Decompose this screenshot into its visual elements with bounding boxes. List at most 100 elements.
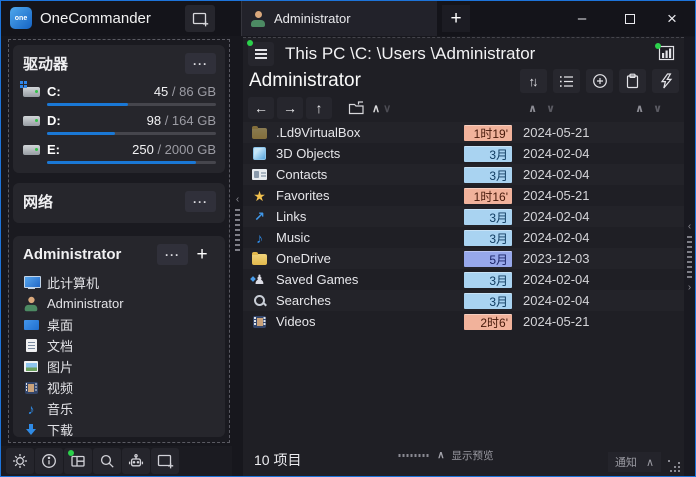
network-section-title: 网络 <box>23 191 185 212</box>
drive-space-button[interactable] <box>657 45 677 62</box>
forward-button[interactable]: → <box>277 97 303 119</box>
sort-desc-icon: ∨ <box>546 102 555 115</box>
music-icon: ♪ <box>251 231 268 245</box>
file-row[interactable]: Videos2时6' 2024-05-21 <box>243 311 684 332</box>
file-name: Contacts <box>276 167 464 182</box>
sidebar-item-documents[interactable]: 文档 <box>23 335 216 356</box>
pane-splitter-right[interactable]: ‹ › <box>684 37 695 476</box>
drive-row-D[interactable]: D:98 / 164 GB <box>23 113 216 135</box>
minimize-button[interactable]: – <box>559 1 605 36</box>
file-date: 2024-05-21 <box>523 125 590 140</box>
sidebar-item-pictures[interactable]: 图片 <box>23 356 216 377</box>
view-mode-button[interactable] <box>553 69 580 93</box>
sidebar-item-label: Administrator <box>47 296 124 311</box>
age-badge: 2时6' <box>464 314 512 330</box>
user-tree: 此计算机 Administrator 桌面文档图片视频♪音乐下载 <box>23 272 216 437</box>
file-date: 2024-02-04 <box>523 230 590 245</box>
file-row[interactable]: 3D Objects3月2024-02-04 <box>243 143 684 164</box>
settings-button[interactable] <box>6 448 34 474</box>
arrow-up-icon: ↑ <box>316 100 323 116</box>
file-date: 2024-02-04 <box>523 272 590 287</box>
sort-arrows-icon: ↑↓ <box>529 74 539 89</box>
maximize-button[interactable] <box>607 1 653 36</box>
lightning-icon <box>659 73 673 89</box>
breadcrumb[interactable]: This PC \C: \Users \Administrator <box>285 44 535 64</box>
sidebar-item-computer[interactable]: 此计算机 <box>23 272 216 293</box>
music-icon: ♪ <box>23 402 39 416</box>
paste-button[interactable] <box>619 69 646 93</box>
drives-section: 驱动器 ··· C:45 / 86 GBD:98 / 164 GBE:250 /… <box>13 45 225 173</box>
automation-button[interactable] <box>122 448 150 474</box>
clipboard-icon <box>625 73 640 89</box>
sidebar-toolbar <box>1 446 232 476</box>
network-section: 网络 ··· <box>13 183 225 223</box>
file-row[interactable]: ★Favorites1时16'2024-05-21 <box>243 185 684 206</box>
system-drive-badge-icon <box>20 81 23 84</box>
age-column-sort[interactable]: ∧∨ <box>528 102 555 115</box>
resize-grip[interactable] <box>668 460 681 473</box>
open-folder-button[interactable] <box>343 97 369 119</box>
file-date: 2024-02-04 <box>523 209 590 224</box>
notifications-label: 通知 <box>615 454 637 470</box>
panel-menu-button[interactable] <box>248 42 274 66</box>
drive-icon <box>23 145 40 155</box>
show-preview-toggle[interactable]: ∧ 显示预览 <box>398 448 493 463</box>
file-row[interactable]: ↗Links3月2024-02-04 <box>243 206 684 227</box>
up-button[interactable]: ↑ <box>306 97 332 119</box>
file-date: 2024-05-21 <box>523 314 590 329</box>
layout-button[interactable] <box>64 448 92 474</box>
sidebar-item-desktop[interactable]: 桌面 <box>23 314 216 335</box>
title-bar[interactable]: one OneCommander Administrator + – × <box>1 1 695 36</box>
collapse-all-button[interactable]: ∧ <box>372 102 380 115</box>
date-column-sort[interactable]: ∧∨ <box>635 102 662 115</box>
sidebar-item-videos[interactable]: 视频 <box>23 377 216 398</box>
chevron-up-icon: ∧ <box>646 456 654 469</box>
file-date: 2023-12-03 <box>523 251 590 266</box>
new-window-button[interactable] <box>185 5 215 32</box>
close-button[interactable]: × <box>649 1 695 36</box>
file-row[interactable]: Searches3月2024-02-04 <box>243 290 684 311</box>
file-row[interactable]: ♪Music3月2024-02-04 <box>243 227 684 248</box>
file-name: Videos <box>276 314 464 329</box>
age-badge: 1时19' <box>464 125 512 141</box>
drive-letter: E: <box>47 142 60 157</box>
expand-all-button[interactable]: ∨ <box>383 102 391 115</box>
sidebar-item-user[interactable]: Administrator <box>23 293 216 314</box>
drives-menu-button[interactable]: ··· <box>185 53 216 74</box>
info-button[interactable] <box>35 448 63 474</box>
actions-button[interactable] <box>652 69 679 93</box>
tab-administrator[interactable]: Administrator <box>241 1 437 36</box>
green-status-dot <box>68 450 74 456</box>
new-pane-button[interactable] <box>151 448 179 474</box>
add-tab-button[interactable]: + <box>442 5 470 32</box>
saved-games-icon: ♟ <box>251 273 268 286</box>
sidebar-item-downloads[interactable]: 下载 <box>23 419 216 437</box>
age-badge: 3月 <box>464 209 512 225</box>
file-row[interactable]: Contacts3月2024-02-04 <box>243 164 684 185</box>
search-button[interactable] <box>93 448 121 474</box>
file-name: 3D Objects <box>276 146 464 161</box>
new-item-button[interactable] <box>586 69 613 93</box>
sidebar-item-music[interactable]: ♪音乐 <box>23 398 216 419</box>
sidebar-item-label: 图片 <box>47 357 73 376</box>
age-badge: 3月 <box>464 146 512 162</box>
pane-splitter-left[interactable]: ‹ <box>232 37 243 407</box>
drive-row-E[interactable]: E:250 / 2000 GB <box>23 142 216 164</box>
add-favorite-button[interactable]: + <box>188 243 216 267</box>
network-menu-button[interactable]: ··· <box>185 191 216 212</box>
file-row[interactable]: ♟ Saved Games3月 2024-02-04 <box>243 269 684 290</box>
drive-row-C[interactable]: C:45 / 86 GB <box>23 84 216 106</box>
app-window: one OneCommander Administrator + – × 驱动器… <box>0 0 696 477</box>
sort-button[interactable]: ↑↓ <box>520 69 547 93</box>
plus-circle-icon <box>592 73 608 89</box>
back-button[interactable]: ← <box>248 97 274 119</box>
link-icon: ↗ <box>251 210 268 223</box>
file-name: Saved Games <box>276 272 464 287</box>
age-badge: 3月 <box>464 272 512 288</box>
file-row[interactable]: OneDrive5月2023-12-03 <box>243 248 684 269</box>
chevron-right-icon: › <box>688 282 691 293</box>
notifications-button[interactable]: 通知 ∧ <box>608 452 661 472</box>
items-count: 10 项目 <box>254 450 301 470</box>
file-row[interactable]: .Ld9VirtualBox1时19'2024-05-21 <box>243 122 684 143</box>
user-menu-button[interactable]: ··· <box>157 244 188 265</box>
